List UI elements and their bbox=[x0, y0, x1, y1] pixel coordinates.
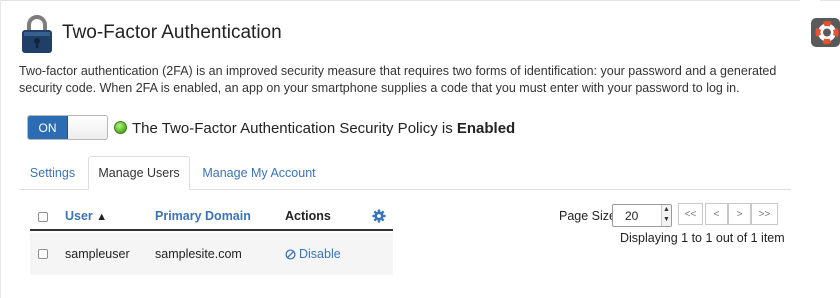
left-border bbox=[0, 0, 1, 298]
next-page-button[interactable]: > bbox=[728, 203, 751, 225]
column-header-primary-domain[interactable]: Primary Domain bbox=[155, 209, 251, 223]
policy-status-text: The Two-Factor Authentication Security P… bbox=[132, 120, 515, 137]
tab-manage-users[interactable]: Manage Users bbox=[88, 156, 190, 190]
top-divider bbox=[0, 0, 800, 1]
first-page-button[interactable]: << bbox=[678, 203, 703, 225]
sort-ascending-icon: ▲ bbox=[96, 211, 108, 223]
table-row: sampleuser samplesite.com Disable bbox=[30, 233, 393, 275]
disable-label: Disable bbox=[299, 247, 341, 261]
row-checkbox[interactable] bbox=[38, 249, 48, 259]
column-user-label: User bbox=[65, 209, 93, 223]
lock-icon bbox=[22, 15, 52, 53]
policy-toggle-switch[interactable]: ON bbox=[27, 115, 108, 140]
ban-icon bbox=[285, 248, 296, 260]
lifebuoy-help-icon[interactable] bbox=[811, 18, 840, 47]
select-all-checkbox[interactable] bbox=[38, 212, 48, 222]
column-header-user[interactable]: User ▲ bbox=[65, 209, 107, 223]
table-header: User ▲ Primary Domain Actions bbox=[30, 203, 393, 231]
status-indicator-icon bbox=[114, 121, 127, 134]
policy-status-prefix: The Two-Factor Authentication Security P… bbox=[132, 120, 453, 137]
tab-settings[interactable]: Settings bbox=[19, 156, 86, 190]
disable-button[interactable]: Disable bbox=[285, 247, 341, 261]
description-text: Two-factor authentication (2FA) is an im… bbox=[19, 64, 777, 95]
policy-status-value: Enabled bbox=[456, 120, 516, 137]
cell-primary-domain: samplesite.com bbox=[155, 247, 242, 261]
select-arrows-icon: ▲ ▼ bbox=[661, 205, 671, 226]
last-page-button[interactable]: >> bbox=[751, 203, 778, 225]
column-header-actions: Actions bbox=[285, 209, 331, 223]
page-title: Two-Factor Authentication bbox=[62, 22, 282, 43]
tab-manage-my-account[interactable]: Manage My Account bbox=[194, 156, 324, 190]
cell-user: sampleuser bbox=[65, 247, 130, 261]
gear-icon[interactable] bbox=[372, 209, 386, 223]
top-divider-right bbox=[820, 0, 840, 1]
previous-page-button[interactable]: < bbox=[705, 203, 728, 225]
toggle-on-label: ON bbox=[28, 116, 68, 139]
page-size-label: Page Size bbox=[559, 209, 616, 223]
paging-info-text: Displaying 1 to 1 out of 1 item bbox=[620, 231, 785, 245]
page-size-select[interactable]: 20 ▲ ▼ bbox=[612, 204, 672, 227]
page-size-value: 20 bbox=[625, 209, 639, 223]
